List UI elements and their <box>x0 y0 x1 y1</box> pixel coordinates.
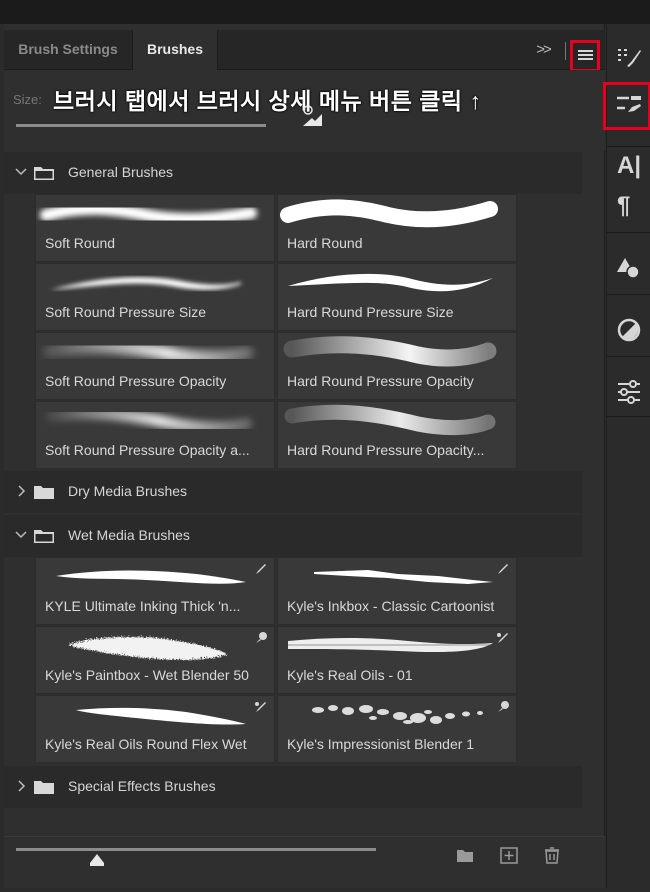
brush-type-icon <box>498 564 508 574</box>
properties-sliders-icon[interactable] <box>615 378 643 406</box>
brush-settings-icon[interactable] <box>615 44 643 72</box>
trash-icon[interactable] <box>542 845 562 865</box>
size-row: Size: 브러시 탭에서 브러시 상세 메뉴 버튼 클릭 ↑ <box>4 70 605 150</box>
brush-type-icon <box>256 564 266 574</box>
toolbar-separator <box>607 146 650 147</box>
brush-name: Soft Round Pressure Opacity a... <box>45 442 250 458</box>
brush-name: Hard Round Pressure Opacity <box>287 373 474 389</box>
brush-name: Soft Round Pressure Opacity <box>45 373 227 389</box>
group-name: Dry Media Brushes <box>68 483 188 499</box>
hard-round-pressure-opacity-stroke-preview <box>283 336 497 367</box>
character-panel-icon[interactable]: A| <box>617 152 641 180</box>
brush-name: Kyle's Real Oils Round Flex Wet <box>45 736 247 752</box>
brush-tile-soft-round-pressure-opacity[interactable]: Soft Round Pressure Opacity <box>35 332 275 400</box>
new-group-folder-icon[interactable] <box>455 845 475 865</box>
brush-list[interactable]: General Brushes Soft Round Hard Round So… <box>4 152 582 836</box>
size-label: Size: <box>13 92 42 107</box>
folder-icon <box>34 781 54 794</box>
brush-tile-hard-round-pressure-opacity-2[interactable]: Hard Round Pressure Opacity... <box>277 401 517 469</box>
toolbar-separator <box>607 294 650 295</box>
size-slider[interactable] <box>16 124 266 127</box>
brush-type-icon <box>497 633 508 643</box>
brush-name: Kyle's Real Oils - 01 <box>287 667 413 683</box>
hard-round-pressure-opacity-2-stroke-preview <box>284 404 496 436</box>
group-name: General Brushes <box>68 164 174 180</box>
kyle-inkbox-stroke-preview <box>314 570 493 584</box>
soft-round-stroke-preview <box>40 202 257 226</box>
group-special-effects-brushes[interactable]: Special Effects Brushes <box>4 766 582 808</box>
brush-tile-hard-round-pressure-opacity[interactable]: Hard Round Pressure Opacity <box>277 332 517 400</box>
brush-tile-soft-round-pressure-size[interactable]: Soft Round Pressure Size <box>35 263 275 331</box>
brush-name: Soft Round Pressure Size <box>45 304 207 320</box>
right-toolbar: A| ¶ <box>603 24 650 888</box>
brush-tile-hard-round-pressure-size[interactable]: Hard Round Pressure Size <box>277 263 517 331</box>
hamburger-menu-icon <box>577 50 593 62</box>
brush-name: Kyle's Impressionist Blender 1 <box>287 736 475 752</box>
soft-round-pressure-opacity-stroke-preview <box>43 339 253 365</box>
hard-round-stroke-preview <box>280 199 498 228</box>
panel-menu-button[interactable] <box>570 40 600 72</box>
tab-brush-settings[interactable]: Brush Settings <box>4 30 132 70</box>
kyle-ultimate-inking-stroke-preview <box>56 570 246 584</box>
kyle-impressionist-stroke-preview <box>312 705 483 724</box>
instruction-annotation: 브러시 탭에서 브러시 상세 메뉴 버튼 클릭 ↑ <box>53 88 482 114</box>
toolbar-separator <box>607 416 650 417</box>
brush-tile-kyle-impressionist-blender[interactable]: Kyle's Impressionist Blender 1 <box>277 695 517 763</box>
brush-tile-kyle-real-oils-01[interactable]: Kyle's Real Oils - 01 <box>277 626 517 694</box>
paragraph-panel-icon[interactable]: ¶ <box>617 192 630 220</box>
add-brush-icon[interactable] <box>499 845 519 865</box>
soft-round-pressure-size-stroke-preview <box>50 277 241 290</box>
group-wet-media-brushes[interactable]: Wet Media Brushes <box>4 515 582 557</box>
chevron-down-icon[interactable] <box>14 528 28 542</box>
brush-type-icon <box>256 632 267 643</box>
brush-type-icon <box>255 702 266 712</box>
adjustments-panel-icon[interactable] <box>615 316 643 344</box>
group-name: Wet Media Brushes <box>68 527 190 543</box>
soft-round-pressure-opacity-a-stroke-preview <box>46 407 252 434</box>
preview-size-slider[interactable] <box>16 848 376 851</box>
kyle-paintbox-stroke-preview <box>66 635 226 659</box>
toolbar-separator <box>607 356 650 357</box>
brushes-panel: Brush Settings Brushes >> Size: 브러시 탭에서 … <box>4 24 605 888</box>
brush-cursor-icon <box>303 105 322 126</box>
kyle-real-oils-round-flex-stroke-preview <box>76 707 246 725</box>
brush-name: Kyle's Paintbox - Wet Blender 50 <box>45 667 249 683</box>
chevron-right-icon[interactable] <box>14 779 28 793</box>
shapes-panel-icon[interactable] <box>615 254 643 282</box>
group-name: Special Effects Brushes <box>68 778 216 794</box>
brush-name: Hard Round <box>287 235 363 251</box>
folder-icon <box>34 486 54 499</box>
brush-name: Hard Round Pressure Opacity... <box>287 442 485 458</box>
tab-divider <box>565 42 566 60</box>
brush-name: KYLE Ultimate Inking Thick 'n... <box>45 598 241 614</box>
brush-name: Soft Round <box>45 235 116 251</box>
top-strip <box>0 0 650 24</box>
brush-name: Hard Round Pressure Size <box>287 304 454 320</box>
group-general-brushes[interactable]: General Brushes <box>4 152 582 194</box>
brush-tile-kyle-real-oils-round-flex[interactable]: Kyle's Real Oils Round Flex Wet <box>35 695 275 763</box>
panel-tab-bar: Brush Settings Brushes >> <box>4 30 605 72</box>
kyle-real-oils-stroke-preview <box>288 638 493 653</box>
chevron-down-icon[interactable] <box>14 165 28 179</box>
collapse-panel-button[interactable]: >> <box>534 40 552 60</box>
hard-round-pressure-size-stroke-preview <box>288 273 493 292</box>
brush-name: Kyle's Inkbox - Classic Cartoonist <box>287 598 495 614</box>
group-dry-media-brushes[interactable]: Dry Media Brushes <box>4 471 582 513</box>
brush-tile-kyle-ultimate-inking[interactable]: KYLE Ultimate Inking Thick 'n... <box>35 557 275 625</box>
chevron-right-icon[interactable] <box>14 484 28 498</box>
slider-thumb-icon[interactable] <box>89 853 105 867</box>
brush-tile-soft-round[interactable]: Soft Round <box>35 194 275 262</box>
brush-tile-kyle-paintbox-wet-blender[interactable]: Kyle's Paintbox - Wet Blender 50 <box>35 626 275 694</box>
brush-type-icon <box>498 701 509 712</box>
tab-brushes[interactable]: Brushes <box>132 30 218 71</box>
folder-icon <box>34 530 54 543</box>
brush-tile-kyle-inkbox[interactable]: Kyle's Inkbox - Classic Cartoonist <box>277 557 517 625</box>
folder-icon <box>34 167 54 180</box>
brush-tile-soft-round-pressure-opacity-a[interactable]: Soft Round Pressure Opacity a... <box>35 401 275 469</box>
panel-footer <box>4 836 605 888</box>
toolbar-separator <box>607 232 650 233</box>
brush-tile-hard-round[interactable]: Hard Round <box>277 194 517 262</box>
brushes-panel-icon[interactable] <box>615 90 643 118</box>
